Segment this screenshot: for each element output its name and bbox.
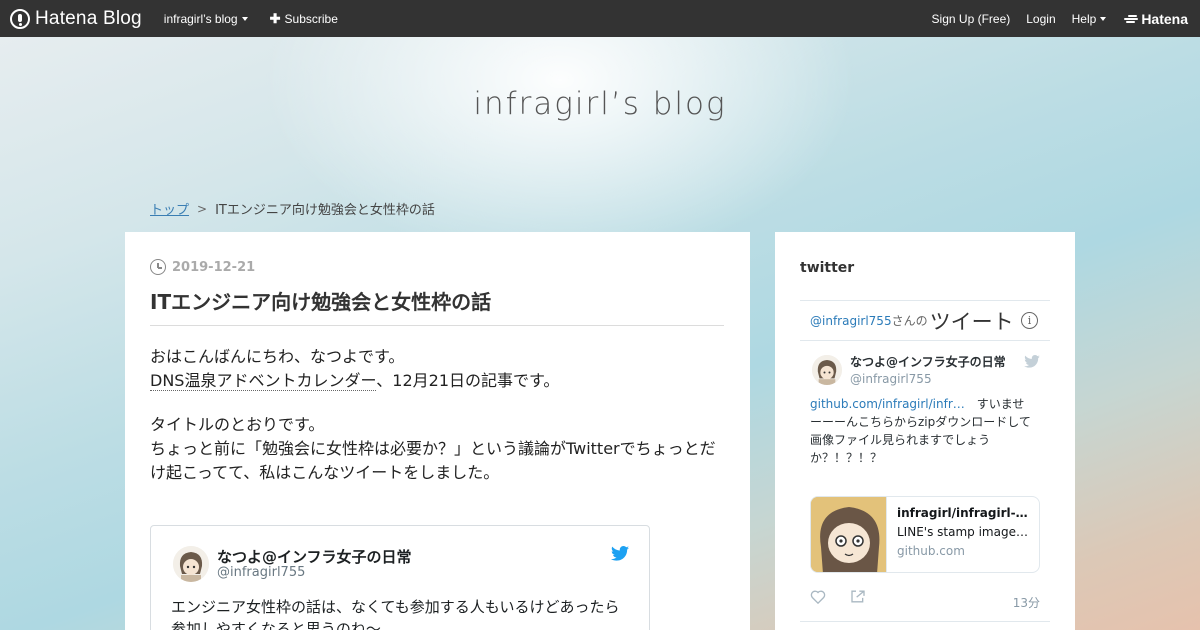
- hatena-blog-logo[interactable]: Hatena Blog: [10, 8, 142, 30]
- timeline-handle-link[interactable]: @infragirl755: [810, 314, 892, 328]
- brand-name: Hatena Blog: [35, 7, 142, 29]
- link-card-description: LINE's stamp image. …: [897, 525, 1029, 539]
- sidebar-twitter-module: twitter @infragirl755 さんの ツイート i なつよ@インフ…: [775, 232, 1075, 630]
- entry-date-text: 2019-12-21: [172, 259, 256, 275]
- plus-icon: ✚: [269, 10, 281, 26]
- caret-down-icon: [1100, 16, 1107, 21]
- hatena-logo-text: Hatena: [1141, 10, 1188, 27]
- info-icon[interactable]: i: [1021, 312, 1038, 329]
- tweet-author-handle[interactable]: @infragirl755: [850, 372, 932, 386]
- caret-down-icon: [241, 16, 248, 21]
- twitter-bird-icon[interactable]: [1024, 353, 1040, 372]
- entry-date[interactable]: 2019-12-21: [150, 259, 255, 275]
- link-card-body: infragirl/infragirl-dail… LINE's stamp i…: [887, 497, 1039, 572]
- paragraph-line: ちょっと前に「勉強会に女性枠は必要か？」という議論がTwitterでちょっとだけ…: [150, 439, 716, 482]
- embed-tweet-handle[interactable]: @infragirl755: [217, 565, 305, 580]
- article-card: 2019-12-21 ITエンジニア向け勉強会と女性枠の話 おはこんばんにちわ、…: [125, 232, 750, 630]
- subscribe-label: Subscribe: [284, 11, 338, 26]
- timeline-san: さんの: [891, 314, 928, 328]
- subscribe-button[interactable]: ✚ Subscribe: [270, 11, 338, 27]
- paragraph-line: タイトルのとおりです。: [150, 415, 325, 434]
- breadcrumb-current: ITエンジニア向け勉強会と女性枠の話: [215, 203, 435, 218]
- twitter-timeline[interactable]: @infragirl755 さんの ツイート i なつよ@インフラ女子の日常 @…: [800, 300, 1050, 630]
- hatena-logo[interactable]: Hatena: [1124, 11, 1188, 27]
- blog-menu-label: infragirl’s blog: [163, 11, 238, 26]
- clock-icon: [150, 259, 166, 275]
- tweet-text: github.com/infragirl/infr… すいませーーーんこちらから…: [810, 395, 1036, 467]
- advent-calendar-link[interactable]: DNS温泉アドベントカレンダー: [150, 371, 377, 391]
- heart-icon[interactable]: [810, 589, 826, 608]
- nav-right-group: Sign Up (Free) Login Help Hatena: [916, 11, 1200, 27]
- sidebar-module-title: twitter: [800, 260, 855, 276]
- avatar[interactable]: [173, 546, 209, 582]
- blog-menu[interactable]: infragirl’s blog: [164, 12, 248, 26]
- link-card-title: infragirl/infragirl-dail…: [897, 506, 1029, 520]
- tweet-timestamp[interactable]: 13分: [1013, 594, 1040, 611]
- link-card-domain: github.com: [897, 544, 965, 558]
- hatena-mark-icon: [1124, 14, 1139, 24]
- embed-tweet-text: エンジニア女性枠の話は、なくても参加する人もいるけどあったら参加しやすくなると思…: [171, 598, 620, 630]
- breadcrumb-separator: >: [197, 201, 208, 216]
- signup-link[interactable]: Sign Up (Free): [932, 12, 1011, 26]
- embedded-tweet[interactable]: なつよ@インフラ女子の日常 @infragirl755 エンジニア女性枠の話は、…: [150, 525, 650, 630]
- breadcrumb-top-link[interactable]: トップ: [150, 199, 189, 218]
- avatar[interactable]: [812, 355, 842, 385]
- twitter-bird-icon[interactable]: [611, 546, 629, 565]
- share-icon[interactable]: [850, 589, 866, 608]
- tweet-actions: 13分: [810, 589, 1040, 611]
- link-card-image: [811, 497, 887, 572]
- timeline-title: ツイート: [929, 309, 1014, 334]
- paragraph-line: おはこんばんにちわ、なつよです。: [150, 347, 405, 366]
- timeline-divider: [800, 621, 1050, 622]
- breadcrumb: トップ > ITエンジニア向け勉強会と女性枠の話: [150, 199, 435, 219]
- embed-tweet-name[interactable]: なつよ@インフラ女子の日常: [217, 546, 412, 567]
- paragraph: タイトルのとおりです。 ちょっと前に「勉強会に女性枠は必要か？」という議論がTw…: [150, 413, 724, 485]
- timeline-header: @infragirl755 さんの ツイート i: [800, 301, 1050, 341]
- help-menu[interactable]: Help: [1072, 12, 1107, 26]
- tweet-link[interactable]: github.com/infragirl/infr…: [810, 397, 965, 411]
- login-link[interactable]: Login: [1026, 12, 1055, 26]
- entry-body: おはこんばんにちわ、なつよです。 DNS温泉アドベントカレンダー、12月21日の…: [150, 345, 724, 505]
- blog-title[interactable]: infragirl’s blog: [0, 86, 1200, 122]
- hatena-blog-icon: [10, 8, 30, 29]
- paragraph-line: 、12月21日の記事です。: [376, 371, 560, 390]
- top-navigation-bar: Hatena Blog infragirl’s blog ✚ Subscribe…: [0, 0, 1200, 37]
- entry-title[interactable]: ITエンジニア向け勉強会と女性枠の話: [150, 286, 724, 326]
- paragraph: おはこんばんにちわ、なつよです。 DNS温泉アドベントカレンダー、12月21日の…: [150, 345, 724, 393]
- help-label: Help: [1071, 11, 1097, 26]
- tweet-author-name[interactable]: なつよ@インフラ女子の日常: [850, 353, 1006, 370]
- link-card[interactable]: infragirl/infragirl-dail… LINE's stamp i…: [810, 496, 1040, 573]
